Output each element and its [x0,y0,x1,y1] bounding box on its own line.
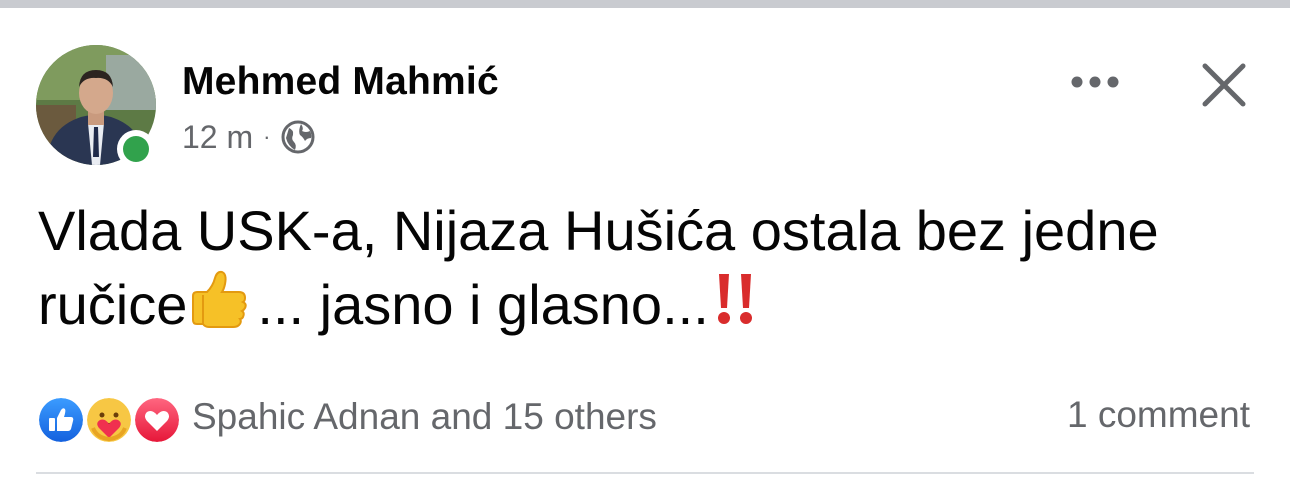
post-card: Mehmed Mahmić 12 m · Vlada USK-a, Nijaza… [0,8,1290,480]
top-separator-strip [0,0,1290,8]
post-text-tail: ... jasno i glasno... [257,273,709,336]
care-icon [84,395,134,445]
post-meta: 12 m · [182,115,316,159]
double-exclamation-icon [709,268,765,348]
close-icon [1202,63,1246,107]
reactions-summary[interactable]: Spahic Adnan and 15 others [36,392,657,445]
close-button[interactable] [1195,56,1253,114]
online-status-indicator [117,130,155,168]
comments-count-link[interactable]: 1 comment [1067,394,1250,436]
love-icon [132,395,182,445]
post-text: Vlada USK-a, Nijaza Hušića ostala bez je… [38,194,1258,348]
divider [36,472,1254,474]
thumbs-up-icon [187,268,257,348]
reaction-icons [36,392,182,445]
more-horizontal-icon [1071,76,1119,88]
meta-separator: · [263,124,271,149]
author-name[interactable]: Mehmed Mahmić [182,60,499,104]
post-timestamp[interactable]: 12 m [182,119,253,156]
reaction-summary-text[interactable]: Spahic Adnan and 15 others [192,396,657,438]
more-options-button[interactable] [1060,60,1130,104]
like-icon [36,395,86,445]
globe-icon [280,119,316,155]
